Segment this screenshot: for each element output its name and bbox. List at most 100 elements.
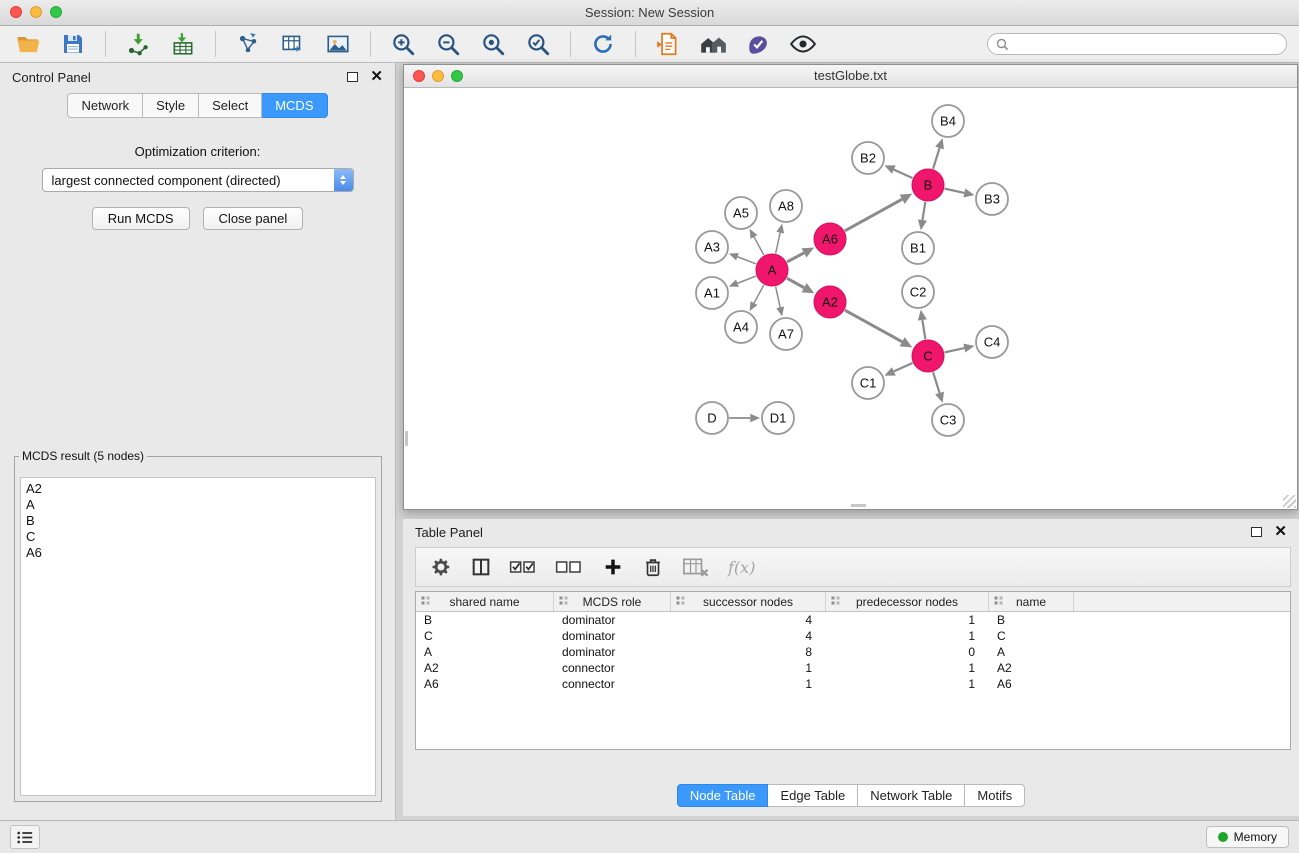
edge-B-B4[interactable] — [933, 148, 939, 169]
network-node-C1[interactable]: C1 — [852, 367, 884, 399]
table-row[interactable]: A2connector11A2 — [416, 660, 1290, 676]
import-table-button[interactable] — [165, 29, 201, 59]
zoom-selected-button[interactable] — [520, 29, 556, 59]
tab-node-table[interactable]: Node Table — [677, 784, 769, 807]
edge-C-C1[interactable] — [894, 363, 913, 371]
network-node-A6[interactable]: A6 — [814, 223, 846, 255]
window-resize-grip[interactable] — [1283, 495, 1296, 508]
zoom-in-button[interactable] — [385, 29, 421, 59]
ndex-home-button[interactable] — [695, 29, 731, 59]
network-node-A[interactable]: A — [756, 254, 788, 286]
task-history-button[interactable] — [10, 825, 40, 849]
tab-style[interactable]: Style — [143, 93, 199, 118]
select-all-columns-button[interactable] — [506, 552, 542, 582]
column-header-name[interactable]: name — [989, 592, 1074, 611]
mcds-result-item[interactable]: A6 — [26, 545, 370, 561]
network-node-D1[interactable]: D1 — [762, 402, 794, 434]
edge-C-C2[interactable] — [922, 320, 925, 339]
export-network-button[interactable] — [230, 29, 266, 59]
tab-network-table[interactable]: Network Table — [858, 784, 965, 807]
edge-A-A8[interactable] — [776, 233, 781, 254]
network-node-A5[interactable]: A5 — [725, 197, 757, 229]
column-visibility-button[interactable] — [466, 552, 496, 582]
network-canvas[interactable]: B4B2BB3A8A5A6A3B1AA1C2A2A4A7C4CC1C3DD1 — [404, 88, 1297, 509]
export-image-button[interactable] — [320, 29, 356, 59]
network-node-C4[interactable]: C4 — [976, 326, 1008, 358]
edge-A-A1[interactable] — [737, 276, 756, 283]
edge-A-A7[interactable] — [776, 287, 781, 308]
edge-A6-B[interactable] — [845, 199, 902, 231]
mcds-result-item[interactable]: A2 — [26, 481, 370, 497]
float-panel-icon[interactable] — [347, 72, 358, 82]
column-header-successor-nodes[interactable]: successor nodes — [671, 592, 826, 611]
maximize-window-button[interactable] — [50, 6, 62, 18]
mcds-result-item[interactable]: A — [26, 497, 370, 513]
edge-A-A2[interactable] — [787, 278, 804, 288]
edge-B-B3[interactable] — [945, 189, 965, 193]
export-table-button[interactable] — [275, 29, 311, 59]
close-table-panel-icon[interactable]: ✕ — [1274, 526, 1287, 538]
run-mcds-button[interactable]: Run MCDS — [92, 207, 190, 230]
network-node-D[interactable]: D — [696, 402, 728, 434]
tab-select[interactable]: Select — [199, 93, 262, 118]
function-builder-button[interactable]: f(x) — [724, 558, 759, 577]
edge-A2-C[interactable] — [845, 310, 902, 342]
tab-edge-table[interactable]: Edge Table — [768, 784, 858, 807]
deselect-all-columns-button[interactable] — [552, 552, 588, 582]
edge-A-A3[interactable] — [737, 257, 756, 264]
network-maximize-button[interactable] — [451, 70, 463, 82]
network-node-B4[interactable]: B4 — [932, 105, 964, 137]
column-header-predecessor-nodes[interactable]: predecessor nodes — [826, 592, 989, 611]
open-session-button[interactable] — [10, 29, 46, 59]
mcds-result-list[interactable]: A2ABCA6 — [20, 477, 376, 796]
export-document-button[interactable] — [650, 29, 686, 59]
network-node-A3[interactable]: A3 — [696, 231, 728, 263]
close-panel-button[interactable]: Close panel — [203, 207, 304, 230]
tab-mcds[interactable]: MCDS — [262, 93, 327, 118]
network-node-B3[interactable]: B3 — [976, 183, 1008, 215]
delete-columns-button[interactable] — [638, 552, 668, 582]
table-row[interactable]: Cdominator41C — [416, 628, 1290, 644]
network-node-A8[interactable]: A8 — [770, 190, 802, 222]
network-node-B1[interactable]: B1 — [902, 232, 934, 264]
zoom-out-button[interactable] — [430, 29, 466, 59]
edge-B-B2[interactable] — [894, 170, 913, 178]
edge-C-C3[interactable] — [933, 372, 939, 393]
minimize-window-button[interactable] — [30, 6, 42, 18]
create-column-button[interactable] — [598, 552, 628, 582]
network-node-A4[interactable]: A4 — [725, 311, 757, 343]
delete-table-button[interactable] — [678, 552, 714, 582]
canvas-vertical-scroll-thumb[interactable] — [405, 431, 408, 446]
network-node-B2[interactable]: B2 — [852, 142, 884, 174]
network-minimize-button[interactable] — [432, 70, 444, 82]
edge-B-B1[interactable] — [922, 202, 925, 220]
edge-A-A6[interactable] — [787, 253, 804, 262]
network-node-B[interactable]: B — [912, 169, 944, 201]
network-node-C2[interactable]: C2 — [902, 276, 934, 308]
close-panel-icon[interactable]: ✕ — [370, 71, 383, 83]
table-row[interactable]: Bdominator41B — [416, 612, 1290, 628]
edge-A-A4[interactable] — [754, 285, 764, 303]
save-session-button[interactable] — [55, 29, 91, 59]
edge-A-A5[interactable] — [754, 237, 764, 255]
show-hide-details-button[interactable] — [785, 29, 821, 59]
zoom-fit-button[interactable] — [475, 29, 511, 59]
apply-layout-button[interactable] — [585, 29, 621, 59]
search-input[interactable] — [987, 33, 1287, 55]
network-window-titlebar[interactable]: testGlobe.txt — [404, 65, 1297, 88]
network-node-A7[interactable]: A7 — [770, 318, 802, 350]
table-row[interactable]: A6connector11A6 — [416, 676, 1290, 692]
close-window-button[interactable] — [10, 6, 22, 18]
mcds-result-item[interactable]: B — [26, 513, 370, 529]
table-settings-button[interactable] — [426, 552, 456, 582]
tab-motifs[interactable]: Motifs — [965, 784, 1025, 807]
network-node-A1[interactable]: A1 — [696, 277, 728, 309]
memory-button[interactable]: Memory — [1206, 826, 1289, 848]
edge-C-C4[interactable] — [945, 348, 965, 352]
optimization-criterion-select[interactable]: largest connected component (directed) — [42, 168, 354, 192]
column-header-mcds-role[interactable]: MCDS role — [554, 592, 671, 611]
float-table-panel-icon[interactable] — [1251, 527, 1262, 537]
import-network-button[interactable] — [120, 29, 156, 59]
network-node-A2[interactable]: A2 — [814, 286, 846, 318]
table-row[interactable]: Adominator80A — [416, 644, 1290, 660]
